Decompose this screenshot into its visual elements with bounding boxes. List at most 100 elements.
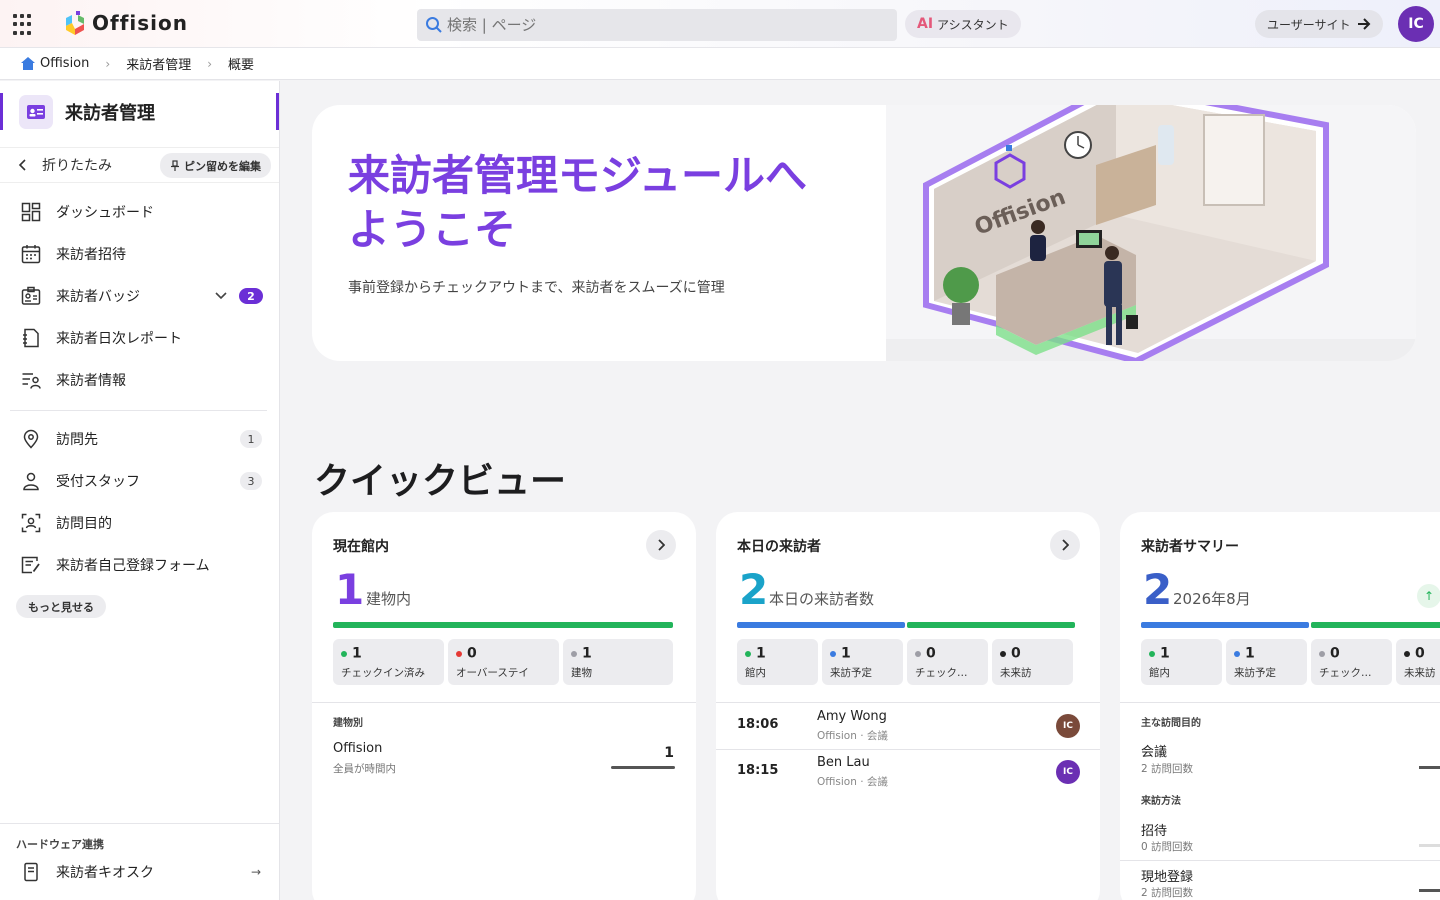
method-name: 現地登録 [1141,870,1194,885]
sidebar-item-visitor-info[interactable]: 来訪者情報 [0,360,279,400]
big-number-label: 2026年8月 [1173,590,1251,608]
big-number: 1 [335,565,365,614]
location-pin-icon [20,428,42,450]
sidebar-item-self-registration[interactable]: 来訪者自己登録フォーム [0,545,279,585]
sidebar-divider [10,410,267,411]
sidebar-item-reception-staff[interactable]: 受付スタッフ 3 [0,461,279,501]
chevron-right-icon[interactable] [1050,530,1080,560]
id-card-icon [19,94,53,129]
arrow-right-icon: → [250,865,261,879]
visitor-name: Amy Wong [817,709,887,724]
section-label: 主な訪問目的 [1141,718,1201,729]
visitor-meta: Offision · 会議 [817,730,888,742]
app-grid-icon[interactable] [13,14,35,36]
progress-segment-expected [737,622,905,628]
building-sub: 全員が時間内 [333,763,396,775]
form-edit-icon [20,554,42,576]
stat-overstay[interactable]: 0 オーバーステイ [448,639,559,685]
logo-icon [66,11,84,35]
sidebar-item-destination[interactable]: 訪問先 1 [0,419,279,459]
dashboard-icon [20,201,42,223]
show-more-button[interactable]: もっと見せる [16,595,106,618]
stat-row: 1 チェックイン済み 0 オーバーステイ 1 建物 [333,639,673,685]
stat-label: 館内 [1149,667,1170,679]
sidebar-item-purpose[interactable]: 訪問目的 [0,503,279,543]
home-icon [21,57,35,70]
welcome-hero: 来訪者管理モジュールへようこそ 事前登録からチェックアウトまで、来訪者をスムーズ… [312,105,1416,361]
status-dot [571,650,577,657]
face-scan-icon [20,512,42,534]
status-dot [1404,650,1410,657]
section-label: 来訪方法 [1141,796,1181,807]
avatar: IC [1056,760,1080,784]
ai-label: AI [917,16,934,32]
sidebar-item-dashboard[interactable]: ダッシュボード [0,192,279,232]
card-current-in-building: 現在館内 1 建物内 1 チェックイン済み 0 オーバーステイ 1 建物 建物別… [312,512,696,900]
card-divider [312,702,696,703]
breadcrumb-level1[interactable]: 来訪者管理 [126,54,191,73]
user-avatar[interactable]: IC [1398,6,1434,42]
item-count: 1 [240,430,262,448]
chevron-right-icon[interactable] [646,530,676,560]
pin-edit-button[interactable]: ピン留めを編集 [160,153,271,178]
sidebar-item-label: 来訪者招待 [56,247,126,263]
sidebar-item-label: 受付スタッフ [56,474,140,490]
item-count: 3 [240,472,262,490]
stat-value: 1 [1245,645,1255,662]
sidebar: 来訪者管理 折りたたみ ピン留めを編集 ダッシュボード 来訪者招待 来訪者バッジ… [0,81,280,900]
building-count-bar [611,766,675,769]
status-dot [1149,650,1155,657]
status-dot [915,650,921,657]
stat-checked-out[interactable]: 0 チェック… [907,639,988,685]
breadcrumb: Offision › 来訪者管理 › 概要 [0,48,1440,80]
method-name: 招待 [1141,824,1168,839]
user-site-button[interactable]: ユーザーサイト [1255,10,1383,38]
stat-checked-in[interactable]: 1 チェックイン済み [333,639,444,685]
chevron-right-icon: › [105,56,111,71]
sidebar-item-daily-report[interactable]: 来訪者日次レポート [0,318,279,358]
stat-label: 来訪予定 [830,667,872,679]
search-bar[interactable] [417,9,897,41]
logo-text: Offision [92,11,188,35]
stat-expected[interactable]: 1 来訪予定 [822,639,903,685]
stat-label: 未来訪 [1000,667,1032,679]
sidebar-item-label: 訪問目的 [56,516,112,532]
stat-label: 未来訪 [1404,667,1436,679]
method-sub: 0 訪問回数 [1141,841,1194,853]
card-divider [1120,860,1440,861]
visitor-row[interactable]: 18:06 Amy Wong Offision · 会議 IC [716,703,1100,749]
app-logo[interactable]: Offision [64,10,188,36]
sidebar-item-invite[interactable]: 来訪者招待 [0,234,279,274]
breadcrumb-home[interactable]: Offision [20,56,89,71]
stat-value: 0 [1330,645,1340,662]
stat-in-building[interactable]: 1 館内 [737,639,818,685]
big-number: 2 [1143,565,1173,614]
card-title: 本日の来訪者 [737,539,821,555]
stat-value: 1 [582,645,592,662]
person-icon [20,470,42,492]
stat-in-building[interactable]: 1 館内 [1141,639,1222,685]
report-icon [20,327,42,349]
sidebar-item-badge[interactable]: 来訪者バッジ 2 [0,276,279,316]
progress-segment-in-building [1311,622,1440,628]
method-bar [1419,889,1440,892]
ai-assistant-button[interactable]: AI アシスタント [905,10,1021,38]
sidebar-item-kiosk[interactable]: 来訪者キオスク → [0,852,279,892]
assistant-label: アシスタント [937,17,1009,32]
chevron-left-icon [18,159,26,171]
status-dot [745,650,751,657]
stat-buildings[interactable]: 1 建物 [563,639,673,685]
chevron-down-icon[interactable] [215,289,227,303]
module-header[interactable]: 来訪者管理 [0,93,279,130]
stat-checked-out[interactable]: 0 チェック… [1311,639,1392,685]
hardware-title: ハードウェア連携 [16,838,104,851]
search-icon [426,17,442,33]
visitor-row[interactable]: 18:15 Ben Lau Offision · 会議 IC [716,749,1100,795]
stat-no-show[interactable]: 0 未来訪 [992,639,1073,685]
stat-expected[interactable]: 1 来訪予定 [1226,639,1307,685]
collapse-button[interactable]: 折りたたみ ピン留めを編集 [0,147,279,183]
stat-no-show[interactable]: 0 未来訪 [1396,639,1440,685]
big-number-label: 建物内 [366,590,412,608]
status-dot [830,650,836,657]
search-input[interactable] [447,16,867,34]
